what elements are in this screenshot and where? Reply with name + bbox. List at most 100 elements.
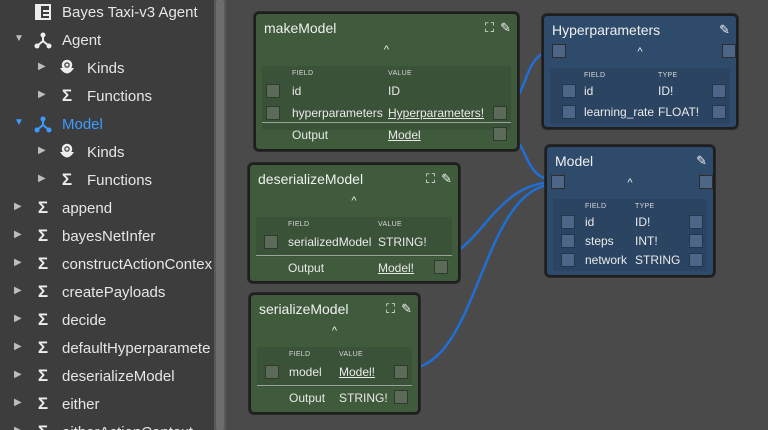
node-tools: ✎ <box>696 153 707 169</box>
field-value: ID <box>388 84 400 98</box>
node-serializemodel[interactable]: serializeModel ⛶ ✎ ^ FIELD VALUE model M… <box>249 293 420 414</box>
sidebar-item-function[interactable]: ▶ Σ eitherActionContext <box>0 418 214 430</box>
sidebar-item-model-kinds[interactable]: ▶ Kinds <box>0 138 214 166</box>
node-hyperparameters[interactable]: Hyperparameters ✎ ^ FIELD TYPE id ID! le… <box>542 14 738 129</box>
sidebar-item-label: Model <box>62 115 103 133</box>
sidebar-item-agent-functions[interactable]: ▶ Σ Functions <box>0 82 214 110</box>
sidebar-item-label: constructActionContex <box>62 255 213 273</box>
node-deserializemodel[interactable]: deserializeModel ⛶ ✎ ^ FIELD VALUE seria… <box>248 163 460 283</box>
output-port[interactable] <box>394 390 408 404</box>
input-port[interactable] <box>394 365 408 379</box>
node-tools: ⛶ ✎ <box>386 301 412 317</box>
field-name: serializedModel <box>288 235 372 249</box>
sigma-icon: Σ <box>37 198 49 217</box>
collapse-caret-icon[interactable]: ^ <box>250 195 458 207</box>
collapse-caret-icon[interactable]: ^ <box>251 325 418 337</box>
node-makemodel[interactable]: makeModel ⛶ ✎ ^ FIELD VALUE id ID hyperp… <box>254 12 519 151</box>
sidebar-item-function[interactable]: ▶ Σ createPayloads <box>0 278 214 306</box>
sidebar-item-function[interactable]: ▶ Σ deserializeModel <box>0 362 214 390</box>
expand-icon[interactable]: ⛶ <box>485 20 494 36</box>
output-value-link[interactable]: Model <box>388 128 421 142</box>
row-checkbox[interactable] <box>265 365 279 379</box>
chevron-right-icon[interactable]: ▶ <box>14 230 24 240</box>
collapse-caret-icon[interactable]: ^ <box>547 177 713 189</box>
chevron-right-icon[interactable]: ▶ <box>38 174 48 184</box>
field-table: FIELD TYPE id ID! steps INT! network STR… <box>553 199 707 271</box>
output-port[interactable] <box>493 106 507 120</box>
chevron-right-icon[interactable]: ▶ <box>14 342 24 352</box>
collapse-caret-icon[interactable]: ^ <box>256 44 517 56</box>
sidebar-item-agent-kinds[interactable]: ▶ Kinds <box>0 54 214 82</box>
node-model[interactable]: Model ✎ ^ FIELD TYPE id ID! steps INT! n… <box>545 145 715 277</box>
sidebar-item-function[interactable]: ▶ Σ either <box>0 390 214 418</box>
sidebar-item-function[interactable]: ▶ Σ defaultHyperparamete <box>0 334 214 362</box>
chevron-down-icon[interactable]: ▼ <box>14 34 24 44</box>
field-port[interactable] <box>712 84 726 98</box>
collapse-caret-icon[interactable]: ^ <box>544 46 736 58</box>
sidebar-item-agent[interactable]: ▼ Agent <box>0 26 214 54</box>
chevron-right-icon[interactable]: ▶ <box>14 314 24 324</box>
field-value-link[interactable]: Hyperparameters! <box>388 106 484 120</box>
sidebar-item-function[interactable]: ▶ Σ append <box>0 194 214 222</box>
row-checkbox[interactable] <box>562 105 576 119</box>
sidebar-scrollbar-thumb[interactable] <box>216 0 224 430</box>
sidebar-item-function[interactable]: ▶ Σ decide <box>0 306 214 334</box>
chevron-down-icon[interactable]: ▼ <box>14 118 24 128</box>
field-port[interactable] <box>689 215 703 229</box>
edit-icon[interactable]: ✎ <box>719 22 730 38</box>
expand-icon[interactable]: ⛶ <box>426 171 435 187</box>
sidebar-item-app[interactable]: Bayes Taxi-v3 Agent <box>0 0 214 26</box>
chevron-right-icon[interactable]: ▶ <box>14 286 24 296</box>
edit-icon[interactable]: ✎ <box>696 153 707 169</box>
sigma-icon: Σ <box>37 366 49 385</box>
row-checkbox[interactable] <box>561 215 575 229</box>
header-value: VALUE <box>339 351 363 358</box>
field-name: hyperparameters <box>292 106 383 120</box>
field-value-link[interactable]: Model! <box>339 365 375 379</box>
sigma-icon: Σ <box>61 170 73 189</box>
table-row: id ID <box>262 80 511 102</box>
field-port[interactable] <box>712 105 726 119</box>
output-port[interactable] <box>434 260 448 274</box>
field-type: ID! <box>635 215 651 229</box>
chevron-right-icon[interactable]: ▶ <box>14 398 24 408</box>
header-value: VALUE <box>388 70 412 77</box>
sidebar-item-model-functions[interactable]: ▶ Σ Functions <box>0 166 214 194</box>
output-row: Output STRING! <box>257 385 412 407</box>
field-name: id <box>585 215 595 229</box>
chevron-right-icon[interactable]: ▶ <box>14 426 24 430</box>
chevron-right-icon[interactable]: ▶ <box>14 258 24 268</box>
row-checkbox[interactable] <box>561 253 575 267</box>
row-checkbox[interactable] <box>264 235 278 249</box>
chevron-right-icon[interactable]: ▶ <box>38 62 48 72</box>
node-tools: ✎ <box>719 22 730 38</box>
edit-icon[interactable]: ✎ <box>441 171 452 187</box>
sidebar-item-function[interactable]: ▶ Σ bayesNetInfer <box>0 222 214 250</box>
output-label: Output <box>288 261 325 275</box>
sidebar-item-function[interactable]: ▶ Σ constructActionContex <box>0 250 214 278</box>
field-name: network <box>585 253 628 267</box>
chevron-right-icon[interactable]: ▶ <box>14 202 24 212</box>
edit-icon[interactable]: ✎ <box>401 301 412 317</box>
row-checkbox[interactable] <box>562 84 576 98</box>
field-port[interactable] <box>689 234 703 248</box>
row-checkbox[interactable] <box>266 84 280 98</box>
sidebar-item-model[interactable]: ▼ Model <box>0 110 214 138</box>
output-port[interactable] <box>493 127 507 141</box>
sidebar-item-label: Kinds <box>87 143 125 161</box>
field-port[interactable] <box>689 253 703 267</box>
chevron-right-icon[interactable]: ▶ <box>38 90 48 100</box>
sidebar-item-label: Kinds <box>87 59 125 77</box>
output-value-link[interactable]: Model! <box>378 261 414 275</box>
chevron-right-icon[interactable]: ▶ <box>38 146 48 156</box>
sidebar-item-label: decide <box>62 311 107 329</box>
row-checkbox[interactable] <box>266 106 280 120</box>
field-type: ID! <box>658 84 674 98</box>
expand-icon[interactable]: ⛶ <box>386 301 395 317</box>
chevron-right-icon[interactable]: ▶ <box>14 370 24 380</box>
table-row: id ID! <box>550 80 730 102</box>
field-name: learning_rate <box>584 105 655 119</box>
header-field: FIELD <box>292 70 314 77</box>
row-checkbox[interactable] <box>561 234 575 248</box>
edit-icon[interactable]: ✎ <box>500 20 511 36</box>
